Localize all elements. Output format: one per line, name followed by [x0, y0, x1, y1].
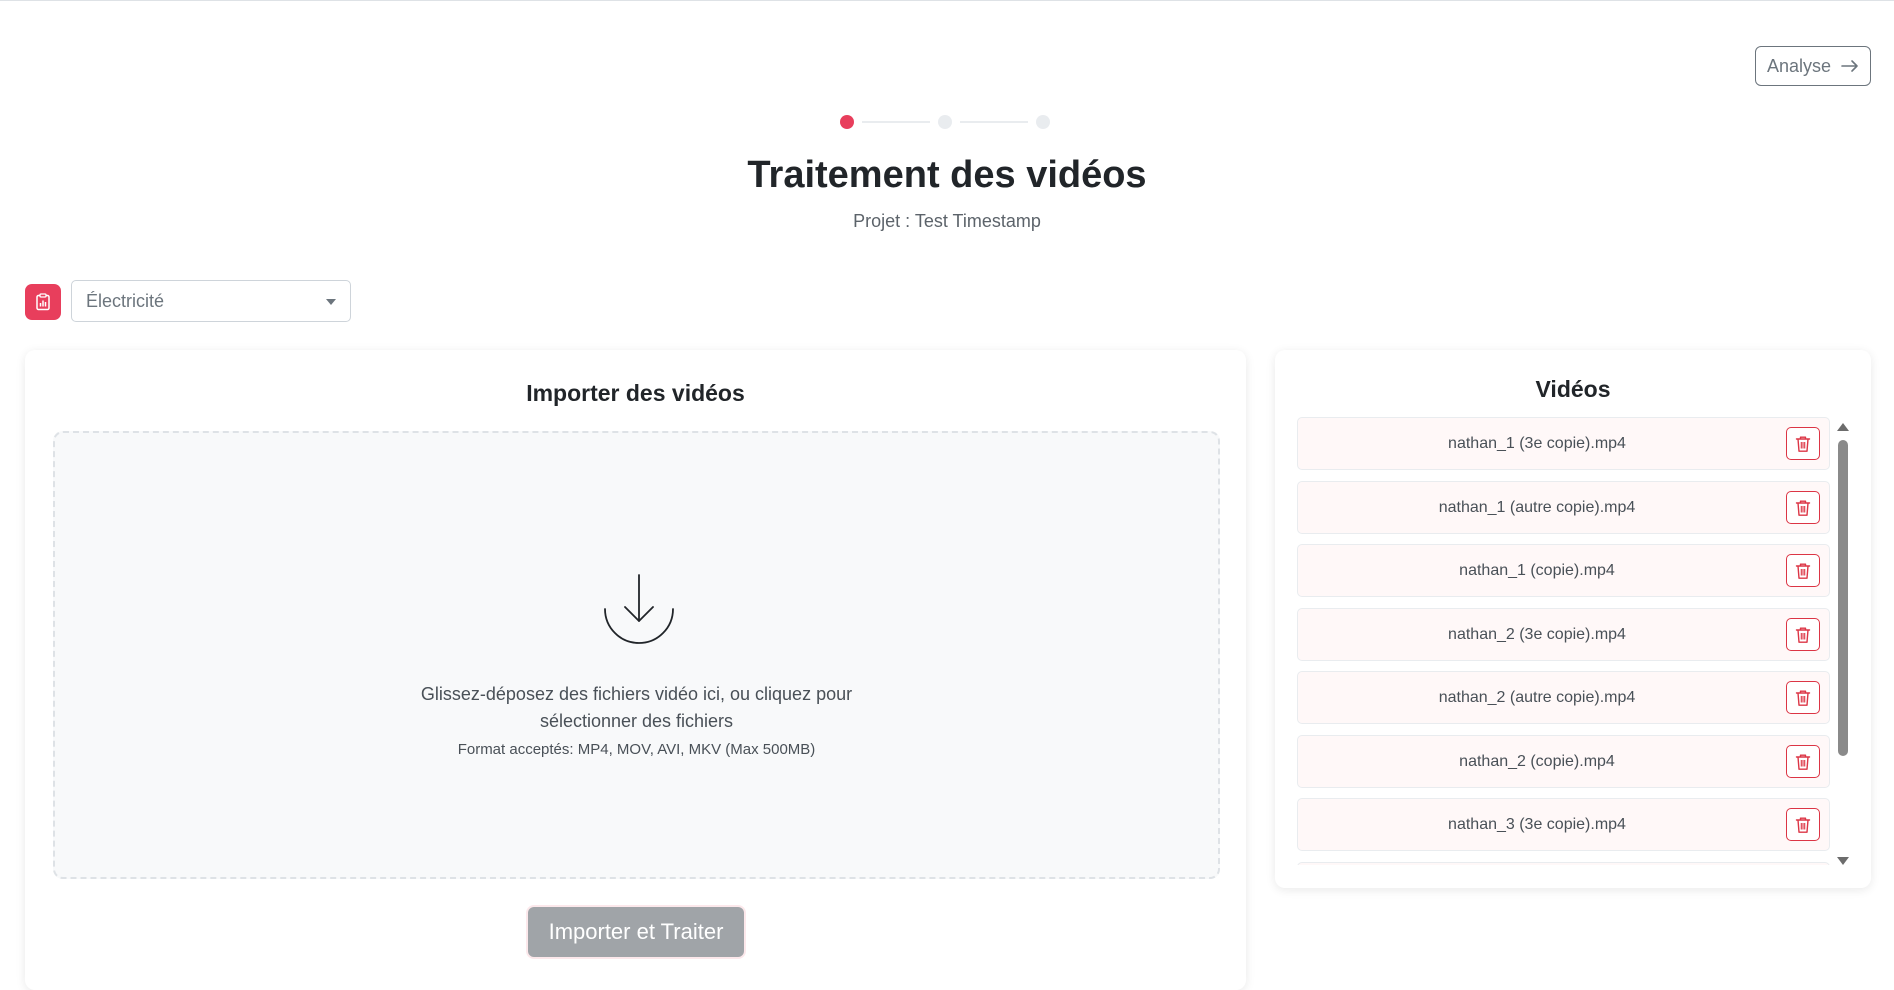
videos-card: Vidéos nathan_1 (3e copie).mp4 nathan_1 … [1275, 350, 1871, 888]
step-1-indicator [840, 115, 854, 129]
category-select-value: Électricité [86, 290, 165, 311]
arrow-right-icon [1841, 60, 1858, 72]
scrollbar-thumb[interactable] [1838, 440, 1848, 756]
video-list-item[interactable] [1297, 862, 1830, 865]
step-2-indicator [938, 115, 952, 129]
video-list-item[interactable]: nathan_1 (copie).mp4 [1297, 544, 1830, 597]
trash-icon [1795, 563, 1811, 579]
page-title: Traitement des vidéos [747, 154, 1147, 196]
video-filename: nathan_3 (3e copie).mp4 [1448, 815, 1626, 833]
delete-video-button[interactable] [1786, 808, 1820, 841]
video-list-item[interactable]: nathan_1 (autre copie).mp4 [1297, 481, 1830, 534]
video-filename: nathan_2 (3e copie).mp4 [1448, 625, 1626, 643]
delete-video-button[interactable] [1786, 491, 1820, 524]
trash-icon [1795, 500, 1811, 516]
video-list-item[interactable]: nathan_2 (copie).mp4 [1297, 735, 1830, 788]
video-filename: nathan_2 (autre copie).mp4 [1438, 688, 1636, 706]
dropzone-text-line-1: Glissez-déposez des fichiers vidéo ici, … [420, 684, 853, 704]
video-list-item[interactable]: nathan_1 (3e copie).mp4 [1297, 417, 1830, 470]
analyse-button-label: Analyse [1766, 55, 1832, 76]
video-filename: nathan_2 (copie).mp4 [1459, 752, 1615, 770]
dropzone-instructions: Glissez-déposez des fichiers vidéo ici, … [55, 681, 1218, 735]
video-filename: nathan_1 (autre copie).mp4 [1438, 498, 1636, 516]
trash-icon [1795, 754, 1811, 770]
step-connector [960, 121, 1028, 123]
video-filename [1298, 863, 1776, 865]
trash-icon [1795, 817, 1811, 833]
video-list[interactable]: nathan_1 (3e copie).mp4 nathan_1 (autre … [1297, 417, 1831, 865]
videos-card-title: Vidéos [1535, 376, 1611, 402]
clipboard-chart-icon [36, 293, 50, 311]
category-icon-button[interactable] [25, 284, 61, 320]
scroll-down-arrow-icon[interactable] [1837, 857, 1849, 865]
caret-down-icon [326, 299, 336, 305]
accepted-formats-hint: Format acceptés: MP4, MOV, AVI, MKV (Max… [457, 741, 816, 758]
trash-icon [1795, 690, 1811, 706]
step-3-indicator [1036, 115, 1050, 129]
category-select[interactable]: Électricité [71, 280, 351, 322]
analyse-button[interactable]: Analyse [1755, 46, 1871, 86]
video-dropzone[interactable]: Glissez-déposez des fichiers vidéo ici, … [53, 431, 1220, 879]
video-filename: nathan_1 (3e copie).mp4 [1448, 434, 1626, 452]
progress-stepper [840, 114, 1050, 130]
delete-video-button[interactable] [1786, 618, 1820, 651]
scroll-up-arrow-icon[interactable] [1837, 423, 1849, 431]
delete-video-button[interactable] [1786, 745, 1820, 778]
delete-video-button[interactable] [1786, 427, 1820, 460]
video-list-item[interactable]: nathan_3 (3e copie).mp4 [1297, 798, 1830, 851]
step-connector [862, 121, 930, 123]
delete-video-button[interactable] [1786, 681, 1820, 714]
top-divider [0, 0, 1894, 1]
video-list-item[interactable]: nathan_2 (3e copie).mp4 [1297, 608, 1830, 661]
video-list-item[interactable]: nathan_2 (autre copie).mp4 [1297, 671, 1830, 724]
video-filename: nathan_1 (copie).mp4 [1459, 561, 1615, 579]
upload-card-title: Importer des vidéos [526, 380, 745, 406]
trash-icon [1795, 627, 1811, 643]
import-and-process-button[interactable]: Importer et Traiter [528, 907, 744, 957]
trash-icon [1795, 436, 1811, 452]
upload-card: Importer des vidéos Glissez-déposez des … [25, 350, 1246, 990]
dropzone-text-line-2: sélectionner des fichiers [539, 711, 734, 731]
delete-video-button[interactable] [1786, 554, 1820, 587]
download-icon [604, 574, 674, 644]
project-subtitle: Projet : Test Timestamp [853, 211, 1041, 231]
video-list-scrollbar[interactable] [1834, 423, 1850, 865]
